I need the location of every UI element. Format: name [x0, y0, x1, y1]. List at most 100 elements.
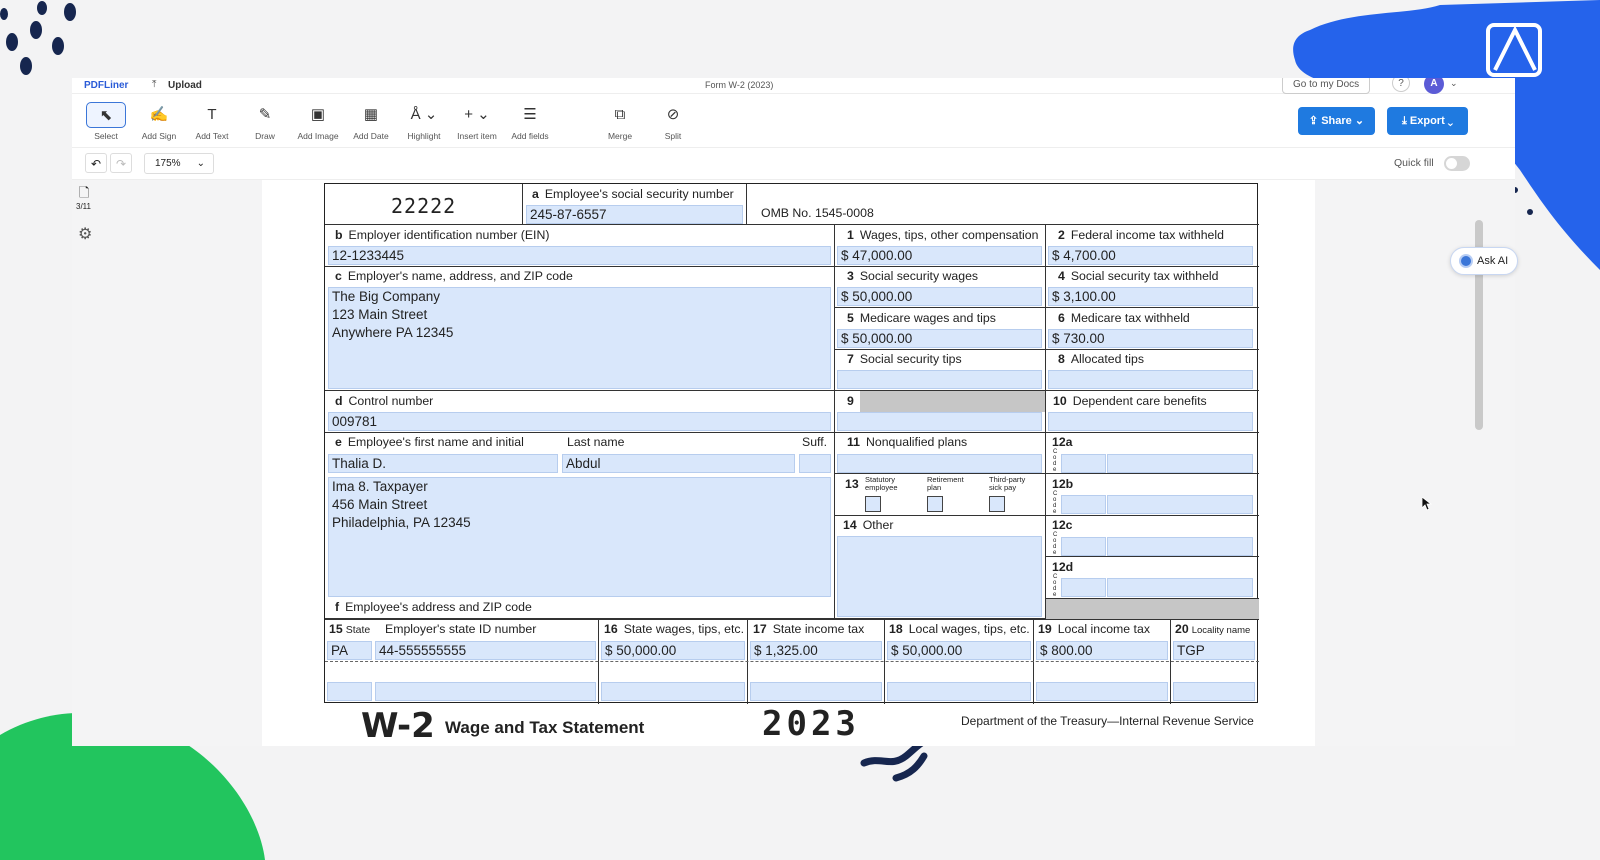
state-wages-field[interactable]: $ 50,000.00: [601, 641, 745, 660]
upload-icon: ⤒: [152, 79, 157, 90]
merge-tool[interactable]: ⧉ Merge: [597, 102, 643, 146]
ss-tips-field[interactable]: [837, 370, 1042, 389]
state-wages-field-2[interactable]: [601, 682, 745, 701]
left-rail: 🗋 3/11 ⚙: [72, 180, 102, 260]
state-field-2[interactable]: [327, 682, 372, 701]
secondary-toolbar: ↶ ↷ 175% ⌄ Quick fill: [72, 148, 1515, 180]
allocated-tips-field[interactable]: [1048, 370, 1253, 389]
box-b-label: b Employer identification number (EIN): [335, 228, 550, 242]
help-button[interactable]: ?: [1392, 78, 1410, 92]
box-12a-code-field[interactable]: [1061, 454, 1106, 473]
share-button[interactable]: ⇪ Share ⌄: [1298, 107, 1375, 135]
ss-wages-field[interactable]: $ 50,000.00: [837, 287, 1042, 306]
locality-name-field-2[interactable]: [1173, 682, 1255, 701]
ssn-field[interactable]: 245-87-6557: [526, 205, 743, 224]
row1-bottom: [747, 184, 1259, 225]
box-16-label: 16 State wages, tips, etc.: [604, 622, 744, 636]
box-9-field[interactable]: [837, 412, 1042, 431]
suffix-field[interactable]: [799, 454, 831, 473]
local-income-tax-field[interactable]: $ 800.00: [1036, 641, 1168, 660]
box-12a-amount-field[interactable]: [1107, 454, 1253, 473]
add-fields-tool[interactable]: ☰ Add fields: [507, 102, 553, 146]
gear-icon[interactable]: ⚙: [78, 224, 92, 244]
chevron-down-icon[interactable]: ⌄: [1450, 78, 1458, 89]
box-12c-code-label: C o d e: [1053, 532, 1058, 556]
medicare-tax-field[interactable]: $ 730.00: [1048, 329, 1253, 348]
state-field[interactable]: PA: [327, 641, 372, 660]
shaded-area: [1046, 599, 1259, 619]
last-name-field[interactable]: Abdul: [562, 454, 795, 473]
box-12d-code-field[interactable]: [1061, 578, 1106, 597]
statutory-employee-checkbox[interactable]: [865, 496, 881, 512]
document-title: Form W-2 (2023): [705, 80, 774, 90]
nonqualified-plans-field[interactable]: [837, 454, 1042, 473]
main-toolbar: ⬉ Select ✍ Add Sign T Add Text ✎ Draw ▣ Add I…: [72, 94, 1515, 148]
avatar[interactable]: A: [1424, 78, 1444, 94]
ss-tax-field[interactable]: $ 3,100.00: [1048, 287, 1253, 306]
box-1-label: 1 Wages, tips, other compensation: [847, 228, 1039, 242]
other-field[interactable]: [837, 536, 1042, 617]
local-wages-field-2[interactable]: [887, 682, 1031, 701]
editor-window: PDFLiner ⤒ Upload Form W-2 (2023) Go to …: [72, 78, 1515, 746]
box-12d-code-label: C o d e: [1053, 574, 1058, 598]
export-button[interactable]: ⤓ Export ⌄: [1387, 107, 1468, 135]
ask-ai-button[interactable]: Ask AI: [1450, 247, 1518, 275]
box-12b-code-field[interactable]: [1061, 495, 1106, 514]
control-number-field[interactable]: 009781: [328, 412, 831, 431]
draw-tool[interactable]: ✎ Draw: [242, 102, 288, 146]
employer-address-field[interactable]: The Big Company 123 Main Street Anywhere…: [328, 287, 831, 389]
add-image-tool[interactable]: ▣ Add Image: [295, 102, 341, 146]
state-row-top-line: [325, 619, 1259, 620]
state-income-tax-field-2[interactable]: [750, 682, 882, 701]
federal-tax-field[interactable]: $ 4,700.00: [1048, 246, 1253, 265]
page-counter: 3/11: [76, 202, 91, 211]
add-text-tool[interactable]: T Add Text: [189, 102, 235, 146]
box-9-shaded: [860, 391, 1045, 412]
medicare-wages-field[interactable]: $ 50,000.00: [837, 329, 1042, 348]
box-12a-label: 12a: [1052, 435, 1073, 449]
app-logo[interactable]: PDFLiner: [84, 80, 128, 91]
local-wages-field[interactable]: $ 50,000.00: [887, 641, 1031, 660]
form-name: W-2: [361, 706, 435, 746]
box-15-label: 15 State: [329, 622, 371, 636]
third-party-sick-pay-checkbox[interactable]: [989, 496, 1005, 512]
insert-item-tool[interactable]: + ⌄ Insert item: [454, 102, 500, 146]
signature-icon: ✍: [149, 106, 169, 123]
box-12c-code-field[interactable]: [1061, 537, 1106, 556]
download-icon: ⤓: [1401, 115, 1410, 127]
first-name-field[interactable]: Thalia D.: [328, 454, 558, 473]
retirement-plan-checkbox[interactable]: [927, 496, 943, 512]
quick-fill-toggle[interactable]: [1444, 156, 1470, 171]
select-tool[interactable]: ⬉ Select: [83, 102, 129, 146]
undo-button[interactable]: ↶: [85, 153, 107, 173]
add-date-tool[interactable]: ▦ Add Date: [348, 102, 394, 146]
add-sign-tool[interactable]: ✍ Add Sign: [136, 102, 182, 146]
retirement-plan-label: Retirement plan: [927, 475, 964, 492]
box-12d-amount-field[interactable]: [1107, 578, 1253, 597]
state-id-field[interactable]: 44-555555555: [375, 641, 596, 660]
pen-icon: ✎: [258, 106, 272, 123]
box-6-label: 6 Medicare tax withheld: [1058, 311, 1190, 325]
ein-field[interactable]: 12-1233445: [328, 246, 831, 265]
upload-button[interactable]: Upload: [168, 80, 202, 91]
form-title: Wage and Tax Statement: [445, 718, 645, 737]
highlight-tool[interactable]: Å ⌄ Highlight: [401, 102, 447, 146]
box-12b-label: 12b: [1052, 477, 1074, 491]
merge-icon: ⧉: [614, 106, 626, 123]
box-12d-label: 12d: [1052, 560, 1074, 574]
state-dashed-line: [325, 661, 1259, 662]
state-income-tax-field[interactable]: $ 1,325.00: [750, 641, 882, 660]
box-12c-amount-field[interactable]: [1107, 537, 1253, 556]
wages-field[interactable]: $ 47,000.00: [837, 246, 1042, 265]
locality-name-field[interactable]: TGP: [1173, 641, 1255, 660]
go-to-docs-button[interactable]: Go to my Docs: [1282, 78, 1371, 94]
dependent-care-field[interactable]: [1048, 412, 1253, 431]
zoom-select[interactable]: 175% ⌄: [144, 153, 214, 174]
calendar-icon: ▦: [363, 106, 379, 123]
state-id-field-2[interactable]: [375, 682, 596, 701]
box-12b-amount-field[interactable]: [1107, 495, 1253, 514]
redo-button[interactable]: ↷: [110, 153, 132, 173]
employee-address-field[interactable]: Ima 8. Taxpayer 456 Main Street Philadel…: [328, 477, 831, 597]
split-tool[interactable]: ⊘ Split: [650, 102, 696, 146]
local-income-tax-field-2[interactable]: [1036, 682, 1168, 701]
